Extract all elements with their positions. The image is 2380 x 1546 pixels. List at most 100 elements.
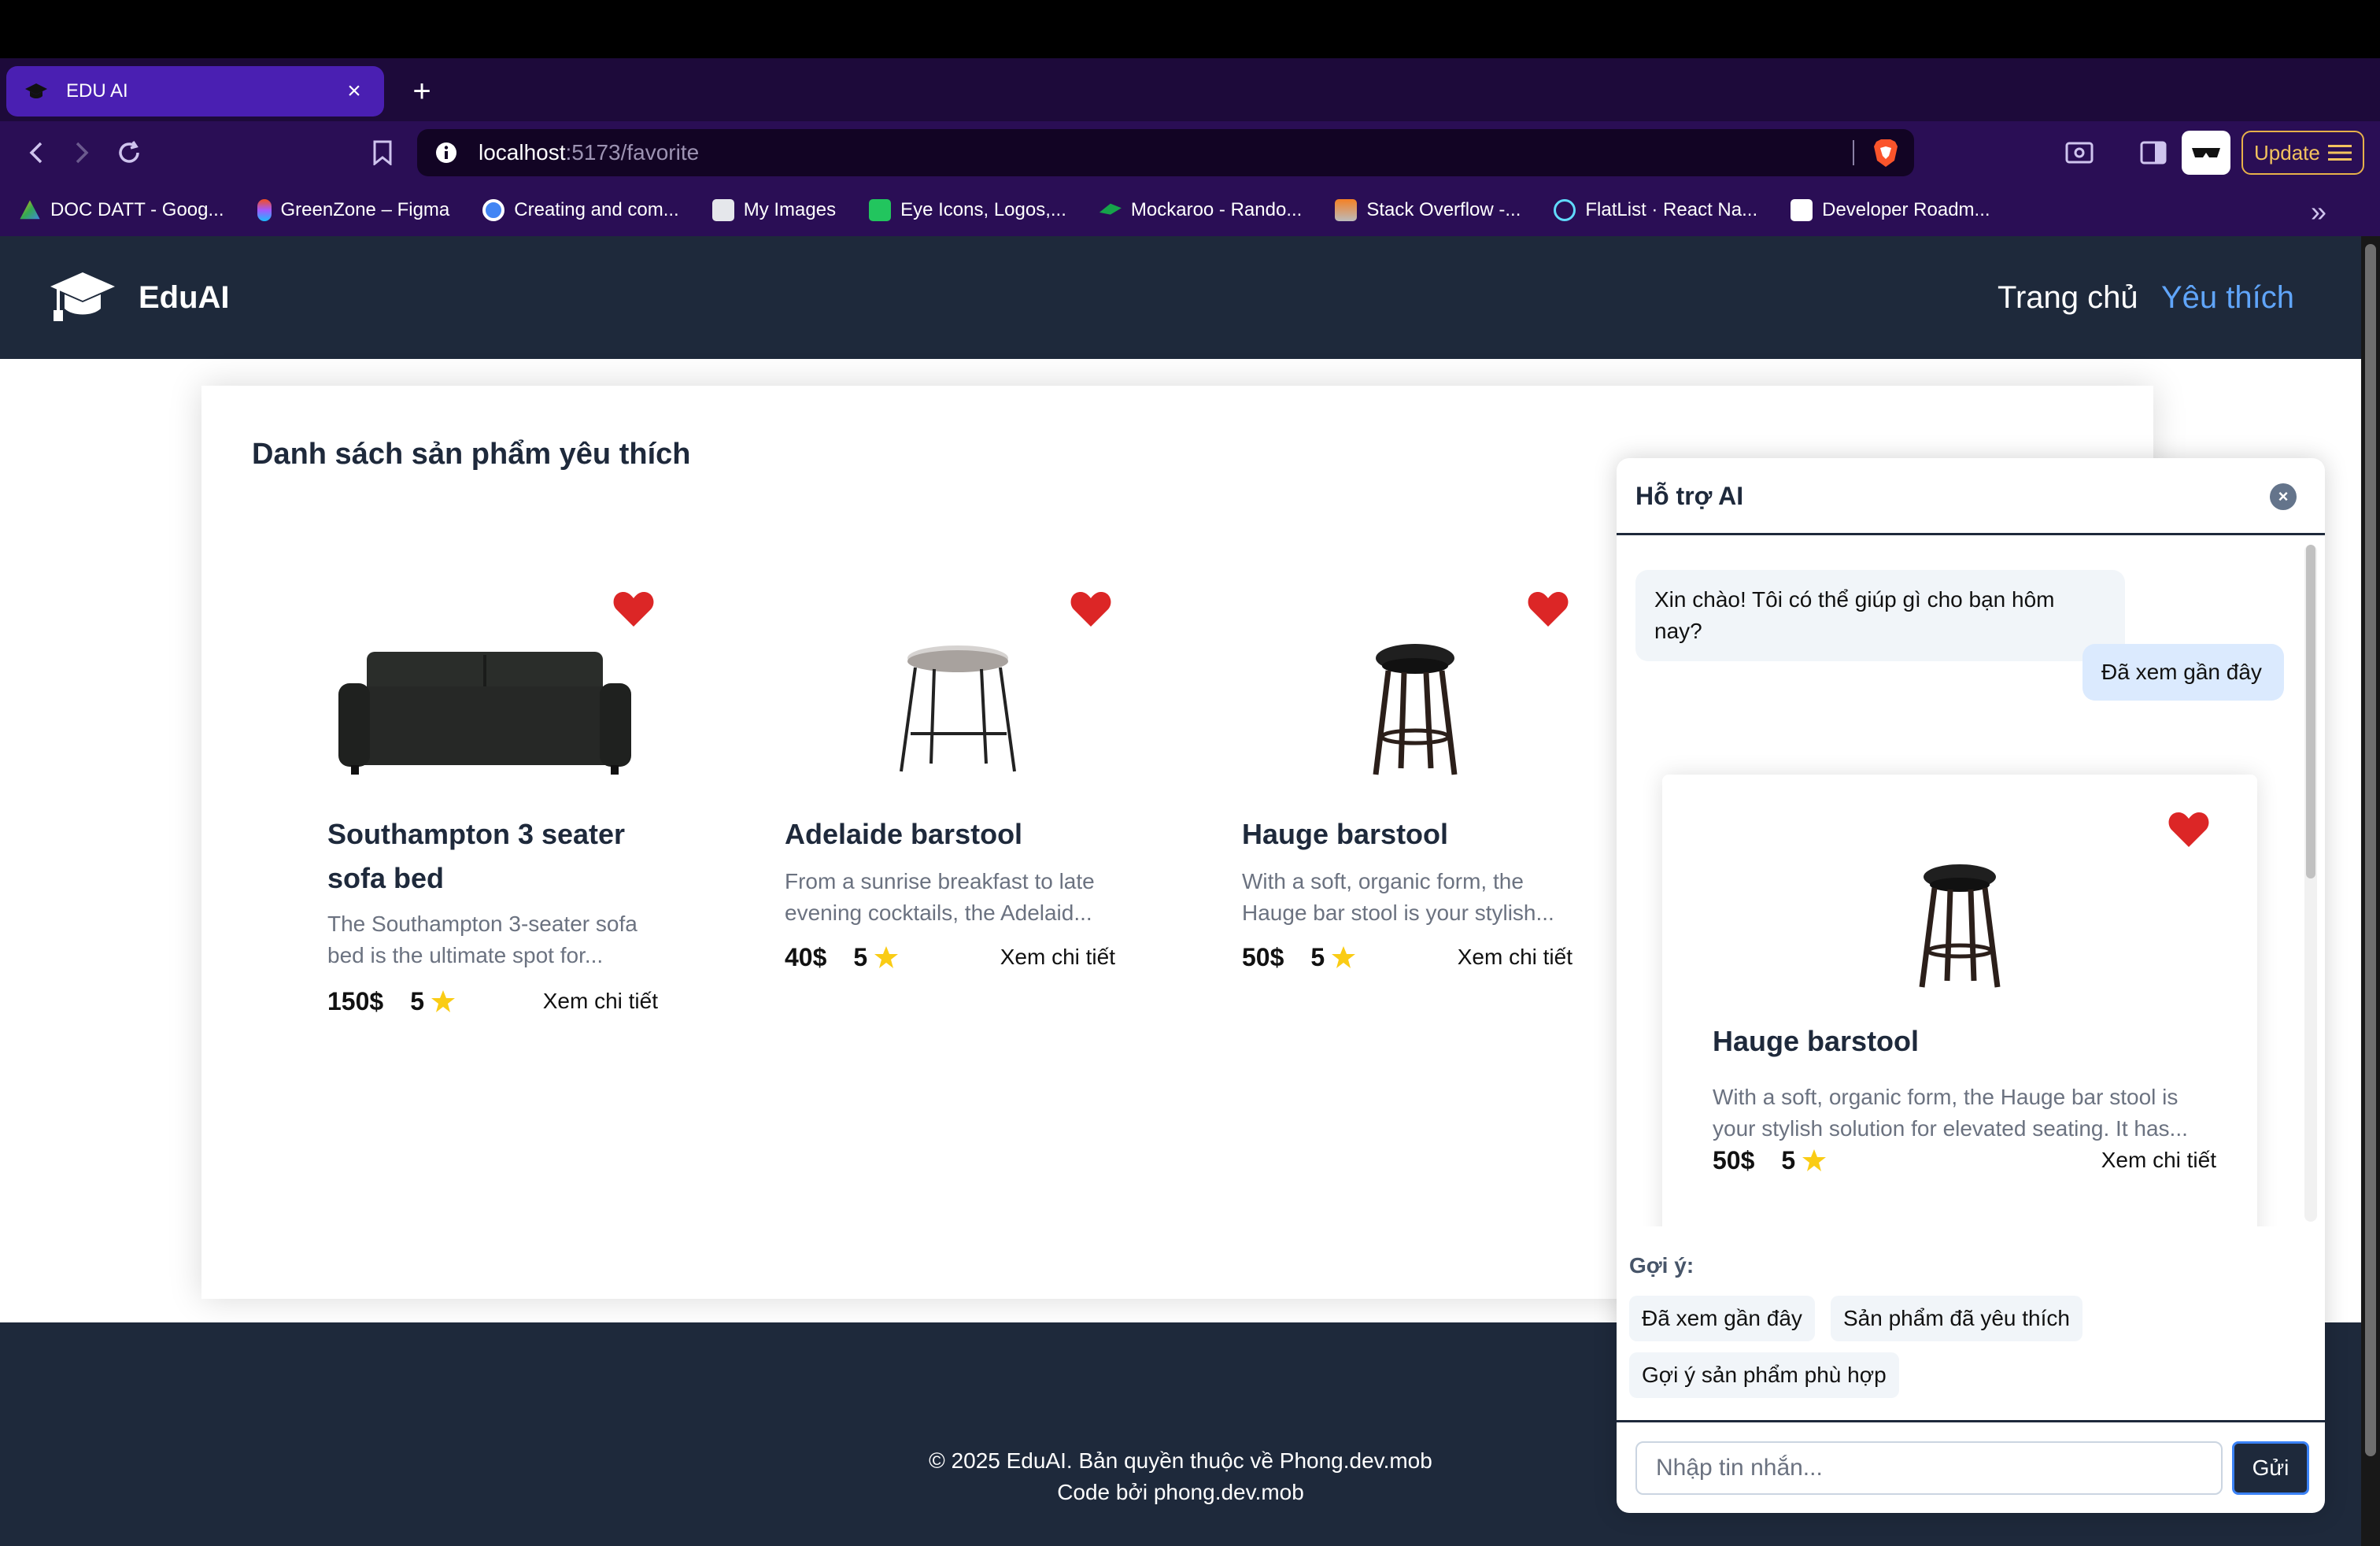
bookmark-item[interactable]: GreenZone – Figma [257, 199, 450, 221]
product-card[interactable]: Adelaide barstool From a sunrise breakfa… [777, 590, 1123, 1063]
rating-value: 5 [1310, 942, 1325, 971]
suggestion-chip[interactable]: Đã xem gần đây [1629, 1296, 1815, 1341]
graduation-cap-icon[interactable] [49, 271, 116, 323]
heart-icon[interactable] [1070, 590, 1112, 628]
bot-message: Xin chào! Tôi có thể giúp gì cho bạn hôm… [1635, 570, 2125, 661]
bookmark-label: FlatList · React Na... [1585, 199, 1758, 220]
roadmap-icon [1791, 199, 1813, 221]
product-rating: 5 [1781, 1146, 1827, 1175]
tab-title: EDU AI [66, 80, 128, 102]
bookmark-item[interactable]: DOC DATT - Goog... [19, 199, 224, 221]
chat-message-input[interactable] [1635, 1441, 2223, 1495]
address-bar[interactable]: localhost:5173/favorite [417, 129, 1914, 176]
bookmark-item[interactable]: Mockaroo - Rando... [1099, 199, 1302, 221]
bookmark-item[interactable]: My Images [711, 199, 837, 221]
rating-value: 5 [1781, 1145, 1796, 1174]
close-icon[interactable]: × [340, 77, 368, 105]
new-tab-button[interactable]: + [403, 72, 441, 110]
user-message: Đã xem gần đây [2082, 644, 2284, 701]
bookmark-label: GreenZone – Figma [280, 199, 450, 220]
star-icon [431, 990, 455, 1012]
browser-tab-bar: EDU AI × + [0, 58, 2380, 121]
dark-barstool-icon [1919, 864, 2001, 988]
product-description: With a soft, organic form, the Hauge bar… [1242, 869, 1554, 925]
page-scrollbar-thumb[interactable] [2365, 244, 2376, 1456]
page-scrollbar[interactable] [2361, 236, 2380, 1546]
product-name[interactable]: Adelaide barstool [785, 812, 1115, 856]
site-info-icon[interactable] [433, 139, 460, 166]
nav-home-link[interactable]: Trang chủ [1998, 280, 2138, 316]
star-icon [1802, 1149, 1827, 1171]
chevron-double-right-icon[interactable]: » [2311, 195, 2326, 228]
back-icon[interactable] [16, 132, 57, 173]
bookmark-icon[interactable] [362, 132, 403, 173]
product-description: The Southampton 3-seater sofa bed is the… [327, 912, 638, 967]
heart-icon[interactable] [1527, 590, 1569, 628]
graduation-cap-icon [22, 77, 50, 105]
bookmark-item[interactable]: Creating and com... [482, 199, 679, 221]
sofa-icon [338, 652, 631, 775]
url-divider [1853, 140, 1854, 165]
product-rating: 5 [853, 943, 899, 972]
bookmark-item[interactable]: FlatList · React Na... [1554, 199, 1757, 221]
suggestion-chip[interactable]: Sản phẩm đã yêu thích [1831, 1296, 2082, 1341]
bookmarks-bar: DOC DATT - Goog... GreenZone – Figma Cre… [0, 184, 2380, 236]
chat-scrollbar[interactable] [2304, 545, 2317, 1222]
figma-icon [257, 199, 272, 221]
product-price: 40$ [785, 942, 827, 971]
bookmark-label: DOC DATT - Goog... [50, 199, 224, 220]
product-rating: 5 [1310, 943, 1356, 972]
suggestion-chip[interactable]: Gợi ý sản phẩm phù hợp [1629, 1352, 1899, 1398]
chat-scrollbar-thumb[interactable] [2306, 545, 2315, 878]
product-card[interactable]: Hauge barstool With a soft, organic form… [1234, 590, 1580, 1063]
forward-icon[interactable] [61, 132, 102, 173]
chat-messages[interactable]: Xin chào! Tôi có thể giúp gì cho bạn hôm… [1617, 537, 2325, 1226]
cast-icon[interactable] [2059, 131, 2100, 175]
send-button[interactable]: Gửi [2232, 1441, 2309, 1495]
view-detail-link[interactable]: Xem chi tiết [1458, 945, 1572, 970]
product-name[interactable]: Hauge barstool [1713, 1025, 1919, 1058]
chat-input-bar: Gửi [1617, 1420, 2325, 1513]
rating-value: 5 [410, 986, 424, 1015]
product-name[interactable]: Hauge barstool [1242, 812, 1572, 856]
close-icon[interactable]: × [2270, 483, 2297, 510]
heart-icon[interactable] [2168, 811, 2210, 849]
bookmark-item[interactable]: Developer Roadm... [1791, 199, 1990, 221]
nav-favorites-link[interactable]: Yêu thích [2161, 280, 2294, 316]
product-footer: 50$ 5 Xem chi tiết [1713, 1143, 2216, 1178]
sidebar-icon[interactable] [2133, 131, 2174, 175]
bookmark-label: My Images [743, 199, 837, 220]
browser-tab[interactable]: EDU AI × [6, 66, 384, 117]
bookmark-item[interactable]: Stack Overflow -... [1335, 199, 1521, 221]
eye-icon [869, 199, 892, 221]
view-detail-link[interactable]: Xem chi tiết [2101, 1148, 2216, 1173]
heart-icon[interactable] [612, 590, 655, 628]
brand-name[interactable]: EduAI [139, 280, 230, 316]
white-barstool-icon [900, 645, 1016, 772]
product-footer: 40$ 5 Xem chi tiết [785, 940, 1115, 975]
reload-icon[interactable] [109, 132, 150, 173]
bookmark-label: Creating and com... [514, 199, 679, 220]
product-name[interactable]: Southampton 3 seater sofa bed [327, 812, 658, 901]
site-header: EduAI Trang chủ Yêu thích [0, 236, 2361, 359]
product-price: 50$ [1242, 942, 1284, 971]
bookmark-label: Mockaroo - Rando... [1130, 199, 1303, 220]
product-card[interactable]: Southampton 3 seater sofa bed The Southa… [320, 590, 666, 1063]
chat-product-card[interactable]: Hauge barstool With a soft, organic form… [1662, 775, 2257, 1226]
reader-mode-icon[interactable] [2182, 131, 2230, 175]
page-title: Danh sách sản phẩm yêu thích [252, 438, 691, 471]
chat-title: Hỗ trợ AI [1635, 482, 1744, 510]
view-detail-link[interactable]: Xem chi tiết [1000, 945, 1115, 970]
bookmark-item[interactable]: Eye Icons, Logos,... [869, 199, 1066, 221]
product-description: From a sunrise breakfast to late evening… [785, 869, 1095, 925]
url-host: localhost [479, 140, 566, 165]
brave-shield-icon[interactable] [1870, 137, 1901, 168]
star-icon [874, 946, 899, 968]
suggestions-label: Gợi ý: [1629, 1253, 1694, 1278]
view-detail-link[interactable]: Xem chi tiết [543, 989, 658, 1014]
browser-toolbar: localhost:5173/favorite Update [0, 121, 2380, 184]
product-rating: 5 [410, 987, 456, 1016]
bookmark-label: Developer Roadm... [1822, 199, 1990, 220]
update-button[interactable]: Update [2241, 131, 2364, 175]
leaf-icon [1099, 203, 1122, 215]
